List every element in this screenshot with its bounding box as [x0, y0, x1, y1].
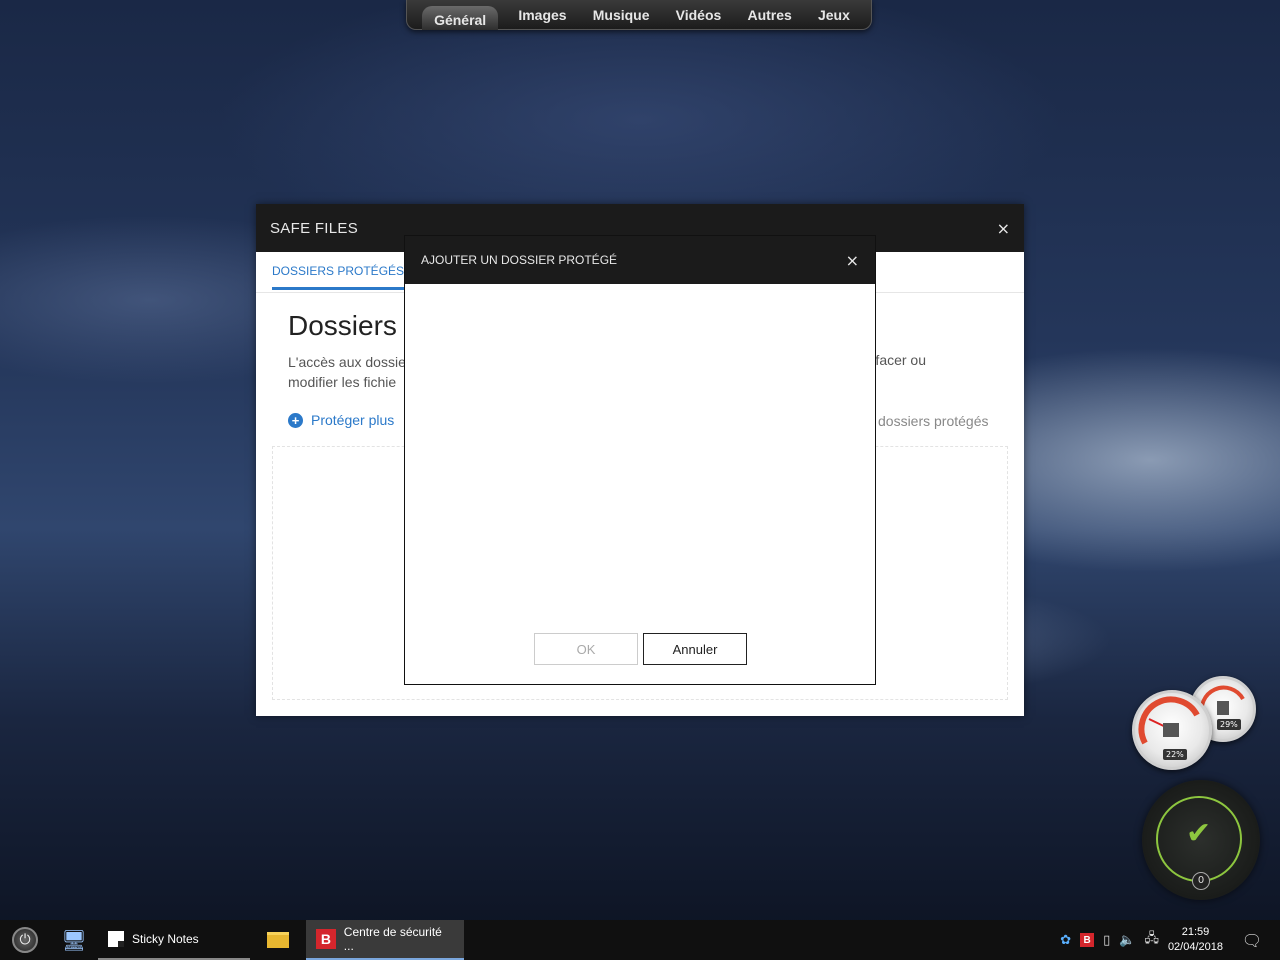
clock[interactable]: 21:59 02/04/2018: [1168, 925, 1223, 955]
notification-icon[interactable]: 🗨: [1232, 920, 1272, 960]
folder-icon: [267, 932, 289, 948]
dialog-titlebar: AJOUTER UN DOSSIER PROTÉGÉ ×: [405, 236, 875, 284]
dialog-title: AJOUTER UN DOSSIER PROTÉGÉ: [421, 253, 618, 267]
memory-percent: 29%: [1217, 719, 1241, 730]
bitdefender-icon: B: [316, 929, 336, 949]
page-title: Dossiers: [288, 310, 397, 341]
description: L'accès aux dossie modifier les fichie: [288, 352, 406, 392]
taskbar-item-sticky-notes[interactable]: Sticky Notes: [98, 920, 250, 960]
protect-more-label: Protéger plus: [311, 412, 395, 428]
tab-images[interactable]: Images: [512, 3, 572, 27]
checkmark-icon: ✔: [1186, 816, 1212, 851]
category-bar: Général Images Musique Vidéos Autres Jeu…: [406, 0, 872, 30]
start-button[interactable]: ⏻: [0, 920, 50, 960]
sticky-notes-icon: [108, 931, 124, 947]
description-line-2: modifier les fichie: [288, 374, 397, 390]
add-protected-folder-dialog: AJOUTER UN DOSSIER PROTÉGÉ × OK Annuler: [404, 235, 876, 685]
tab-autres[interactable]: Autres: [741, 3, 797, 27]
cpu-gauge-gadget[interactable]: 22%: [1132, 690, 1212, 770]
computer-icon[interactable]: 🖥: [50, 920, 98, 960]
tab-general[interactable]: Général: [422, 5, 499, 30]
volume-icon[interactable]: 🔈: [1119, 933, 1135, 948]
tab-musique[interactable]: Musique: [587, 3, 656, 27]
sticky-notes-label: Sticky Notes: [132, 932, 199, 946]
protected-count: dossiers protégés: [878, 413, 989, 429]
close-icon[interactable]: ×: [997, 219, 1010, 238]
tray-bitdefender-icon[interactable]: B: [1080, 933, 1095, 947]
taskbar-item-security-center[interactable]: B Centre de sécurité ...: [306, 920, 464, 960]
description-line-1: L'accès aux dossie: [288, 354, 406, 370]
power-icon: ⏻: [12, 927, 38, 953]
protect-more-link[interactable]: + Protéger plus: [288, 412, 394, 428]
security-status-gadget[interactable]: ✔ 0: [1142, 780, 1260, 900]
tab-videos[interactable]: Vidéos: [670, 3, 728, 27]
security-center-label: Centre de sécurité ...: [343, 925, 442, 953]
system-tray: ✿ B ▯ 🔈 🖧 21:59 02/04/2018 🗨: [1060, 920, 1280, 960]
dialog-close-icon[interactable]: ×: [846, 251, 859, 270]
tab-protected-folders[interactable]: DOSSIERS PROTÉGÉS: [272, 264, 405, 290]
taskbar: ⏻ 🖥 Sticky Notes B Centre de sécurité ..…: [0, 920, 1280, 960]
add-circle-icon: +: [288, 412, 303, 428]
file-explorer-icon[interactable]: [250, 920, 306, 960]
usb-icon[interactable]: ▯: [1103, 933, 1110, 948]
tab-jeux[interactable]: Jeux: [812, 3, 856, 27]
status-count: 0: [1192, 872, 1210, 890]
clock-date: 02/04/2018: [1167, 941, 1223, 953]
ok-button[interactable]: OK: [534, 633, 638, 665]
cancel-button[interactable]: Annuler: [643, 633, 747, 665]
cpu-percent: 22%: [1163, 749, 1187, 760]
sync-icon[interactable]: ✿: [1060, 933, 1071, 948]
window-title: SAFE FILES: [270, 219, 359, 237]
clock-time: 21:59: [1181, 926, 1210, 938]
network-icon[interactable]: 🖧: [1144, 929, 1159, 951]
